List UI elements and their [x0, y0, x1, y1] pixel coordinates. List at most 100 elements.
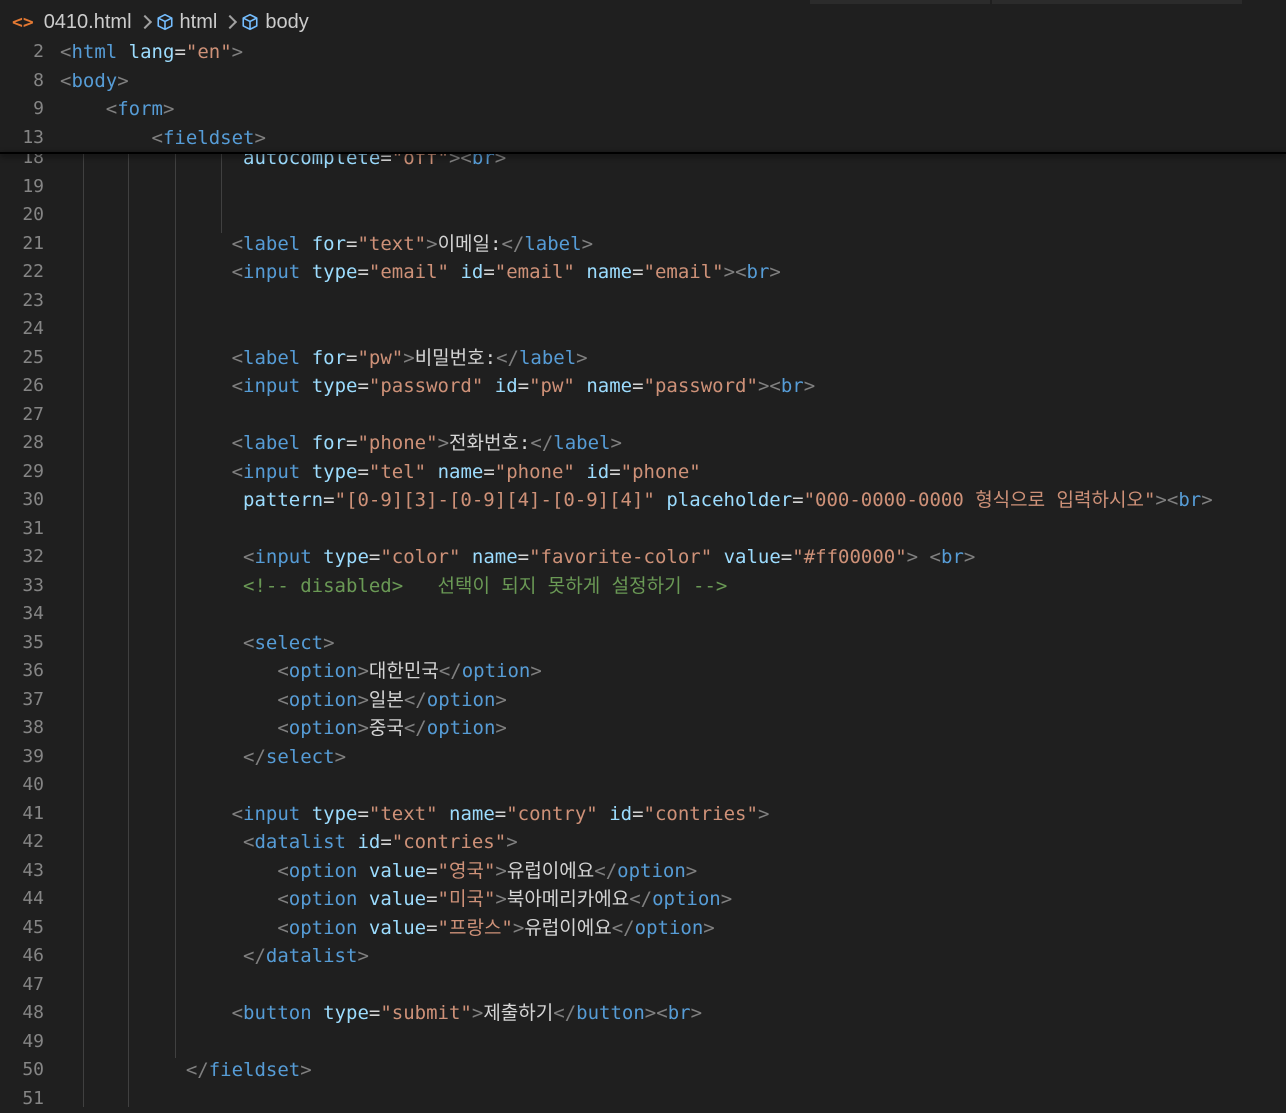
code-token: <: [277, 859, 289, 882]
code-line[interactable]: 26 <input type="password" id="pw" name="…: [0, 372, 1286, 400]
code-line[interactable]: 30 pattern="[0-9][3]-[0-9][4]-[0-9][4]" …: [0, 486, 1286, 514]
code-line[interactable]: 44 <option value="미국">북아메리카에요</option>: [0, 885, 1286, 913]
line-number[interactable]: 45: [0, 914, 44, 942]
line-number[interactable]: 29: [0, 458, 44, 486]
line-number[interactable]: 20: [0, 201, 44, 229]
code-token: 유럽이에요: [506, 859, 595, 882]
code-line[interactable]: 46 </datalist>: [0, 942, 1286, 970]
line-number[interactable]: 36: [0, 657, 44, 685]
code-token: </: [185, 1059, 209, 1081]
code-line[interactable]: 32 <input type="color" name="favorite-co…: [0, 543, 1286, 571]
code-line[interactable]: 50 </fieldset>: [0, 1056, 1286, 1084]
line-number[interactable]: 46: [0, 942, 44, 970]
code-line[interactable]: 35 <select>: [0, 629, 1286, 657]
line-number[interactable]: 27: [0, 401, 44, 429]
code-line[interactable]: 27: [0, 401, 1286, 429]
code-token: </: [553, 1002, 577, 1024]
code-line[interactable]: 41 <input type="text" name="contry" id="…: [0, 800, 1286, 828]
code-line[interactable]: 47: [0, 971, 1286, 999]
code-token: button: [576, 1002, 645, 1024]
code-line[interactable]: 34: [0, 600, 1286, 628]
code-line[interactable]: 21 <label for="text">이메일:</label>: [0, 230, 1286, 258]
line-number[interactable]: 32: [0, 543, 44, 571]
code-token: value: [368, 916, 427, 939]
code-line[interactable]: 38 <option>중국</option>: [0, 714, 1286, 742]
code-line[interactable]: 22 <input type="email" id="email" name="…: [0, 258, 1286, 286]
code-token: form: [117, 98, 163, 120]
code-token: option: [288, 660, 358, 682]
line-number[interactable]: 41: [0, 800, 44, 828]
code-token: "미국": [437, 888, 496, 910]
line-number[interactable]: 9: [0, 95, 44, 123]
code-line[interactable]: 20: [0, 201, 1286, 229]
line-number[interactable]: 49: [0, 1028, 44, 1056]
line-number[interactable]: 22: [0, 258, 44, 286]
code-line[interactable]: 2 <html lang="en">: [0, 38, 1286, 66]
code-line[interactable]: 28 <label for="phone">전화번호:</label>: [0, 429, 1286, 457]
line-number[interactable]: 19: [0, 173, 44, 201]
code-line[interactable]: 29 <input type="tel" name="phone" id="ph…: [0, 458, 1286, 486]
tab-strip-edge: [810, 0, 990, 4]
line-number[interactable]: 47: [0, 971, 44, 999]
line-number[interactable]: 28: [0, 429, 44, 457]
code-line[interactable]: 45 <option value="프랑스">유럽이에요</option>: [0, 914, 1286, 942]
code-token: 일본: [368, 688, 404, 711]
code-line[interactable]: 9 <form>: [0, 95, 1286, 123]
code-line[interactable]: 48 <button type="submit">제출하기</button><b…: [0, 999, 1286, 1027]
line-number[interactable]: 26: [0, 372, 44, 400]
code-line[interactable]: 23: [0, 287, 1286, 315]
line-number[interactable]: 48: [0, 999, 44, 1027]
line-number[interactable]: 42: [0, 828, 44, 856]
code-line[interactable]: 51: [0, 1085, 1286, 1113]
code-line[interactable]: 24: [0, 315, 1286, 343]
line-number[interactable]: 50: [0, 1056, 44, 1084]
breadcrumb-item-body[interactable]: body: [241, 11, 309, 34]
line-number[interactable]: 51: [0, 1085, 44, 1113]
line-number[interactable]: 2: [0, 38, 44, 66]
line-number[interactable]: 40: [0, 771, 44, 799]
code-line[interactable]: 42 <datalist id="contries">: [0, 828, 1286, 856]
code-line[interactable]: 43 <option value="영국">유럽이에요</option>: [0, 857, 1286, 885]
breadcrumb-item-html[interactable]: html: [156, 11, 217, 34]
line-number[interactable]: 31: [0, 515, 44, 543]
cube-icon: [242, 13, 258, 31]
line-number[interactable]: 38: [0, 714, 44, 742]
line-number[interactable]: 35: [0, 629, 44, 657]
code-token: input: [243, 375, 301, 397]
line-number[interactable]: 23: [0, 287, 44, 315]
line-number[interactable]: 34: [0, 600, 44, 628]
code-token: >: [403, 346, 415, 369]
line-number[interactable]: 30: [0, 486, 44, 514]
code-text: <option>일본</option>: [60, 686, 507, 714]
line-number[interactable]: 33: [0, 572, 44, 600]
code-line[interactable]: 40: [0, 771, 1286, 799]
code-line[interactable]: 36 <option>대한민국</option>: [0, 657, 1286, 685]
line-number[interactable]: 24: [0, 315, 44, 343]
code-token: >: [644, 1002, 657, 1024]
code-token: input: [243, 460, 301, 483]
code-token: "영국": [437, 859, 496, 882]
line-number[interactable]: 8: [0, 67, 44, 95]
code-line[interactable]: 49: [0, 1028, 1286, 1056]
code-line[interactable]: 8 <body>: [0, 67, 1286, 95]
code-token: =: [632, 802, 644, 825]
code-line[interactable]: 37 <option>일본</option>: [0, 686, 1286, 714]
code-line[interactable]: 25 <label for="pw">비밀번호:</label>: [0, 344, 1286, 372]
code-line[interactable]: 19: [0, 173, 1286, 201]
code-line[interactable]: 39 </select>: [0, 743, 1286, 771]
line-number[interactable]: 25: [0, 344, 44, 372]
line-number[interactable]: 44: [0, 885, 44, 913]
line-number[interactable]: 21: [0, 230, 44, 258]
code-line[interactable]: 13 <fieldset>: [0, 124, 1286, 152]
line-number[interactable]: 39: [0, 743, 44, 771]
code-token: >: [300, 1059, 312, 1081]
sticky-scroll-header[interactable]: 2 <html lang="en"> 8 <body> 9 <form> 13 <fiel…: [0, 38, 1286, 153]
line-number[interactable]: 37: [0, 686, 44, 714]
code-line[interactable]: 31: [0, 515, 1286, 543]
line-number[interactable]: 43: [0, 857, 44, 885]
line-number[interactable]: 13: [0, 124, 44, 152]
breadcrumb-file[interactable]: <> 0410.html: [12, 11, 132, 34]
code-line[interactable]: 33 <!-- disabled> 선택이 되지 못하게 설정하기 -->: [0, 572, 1286, 600]
